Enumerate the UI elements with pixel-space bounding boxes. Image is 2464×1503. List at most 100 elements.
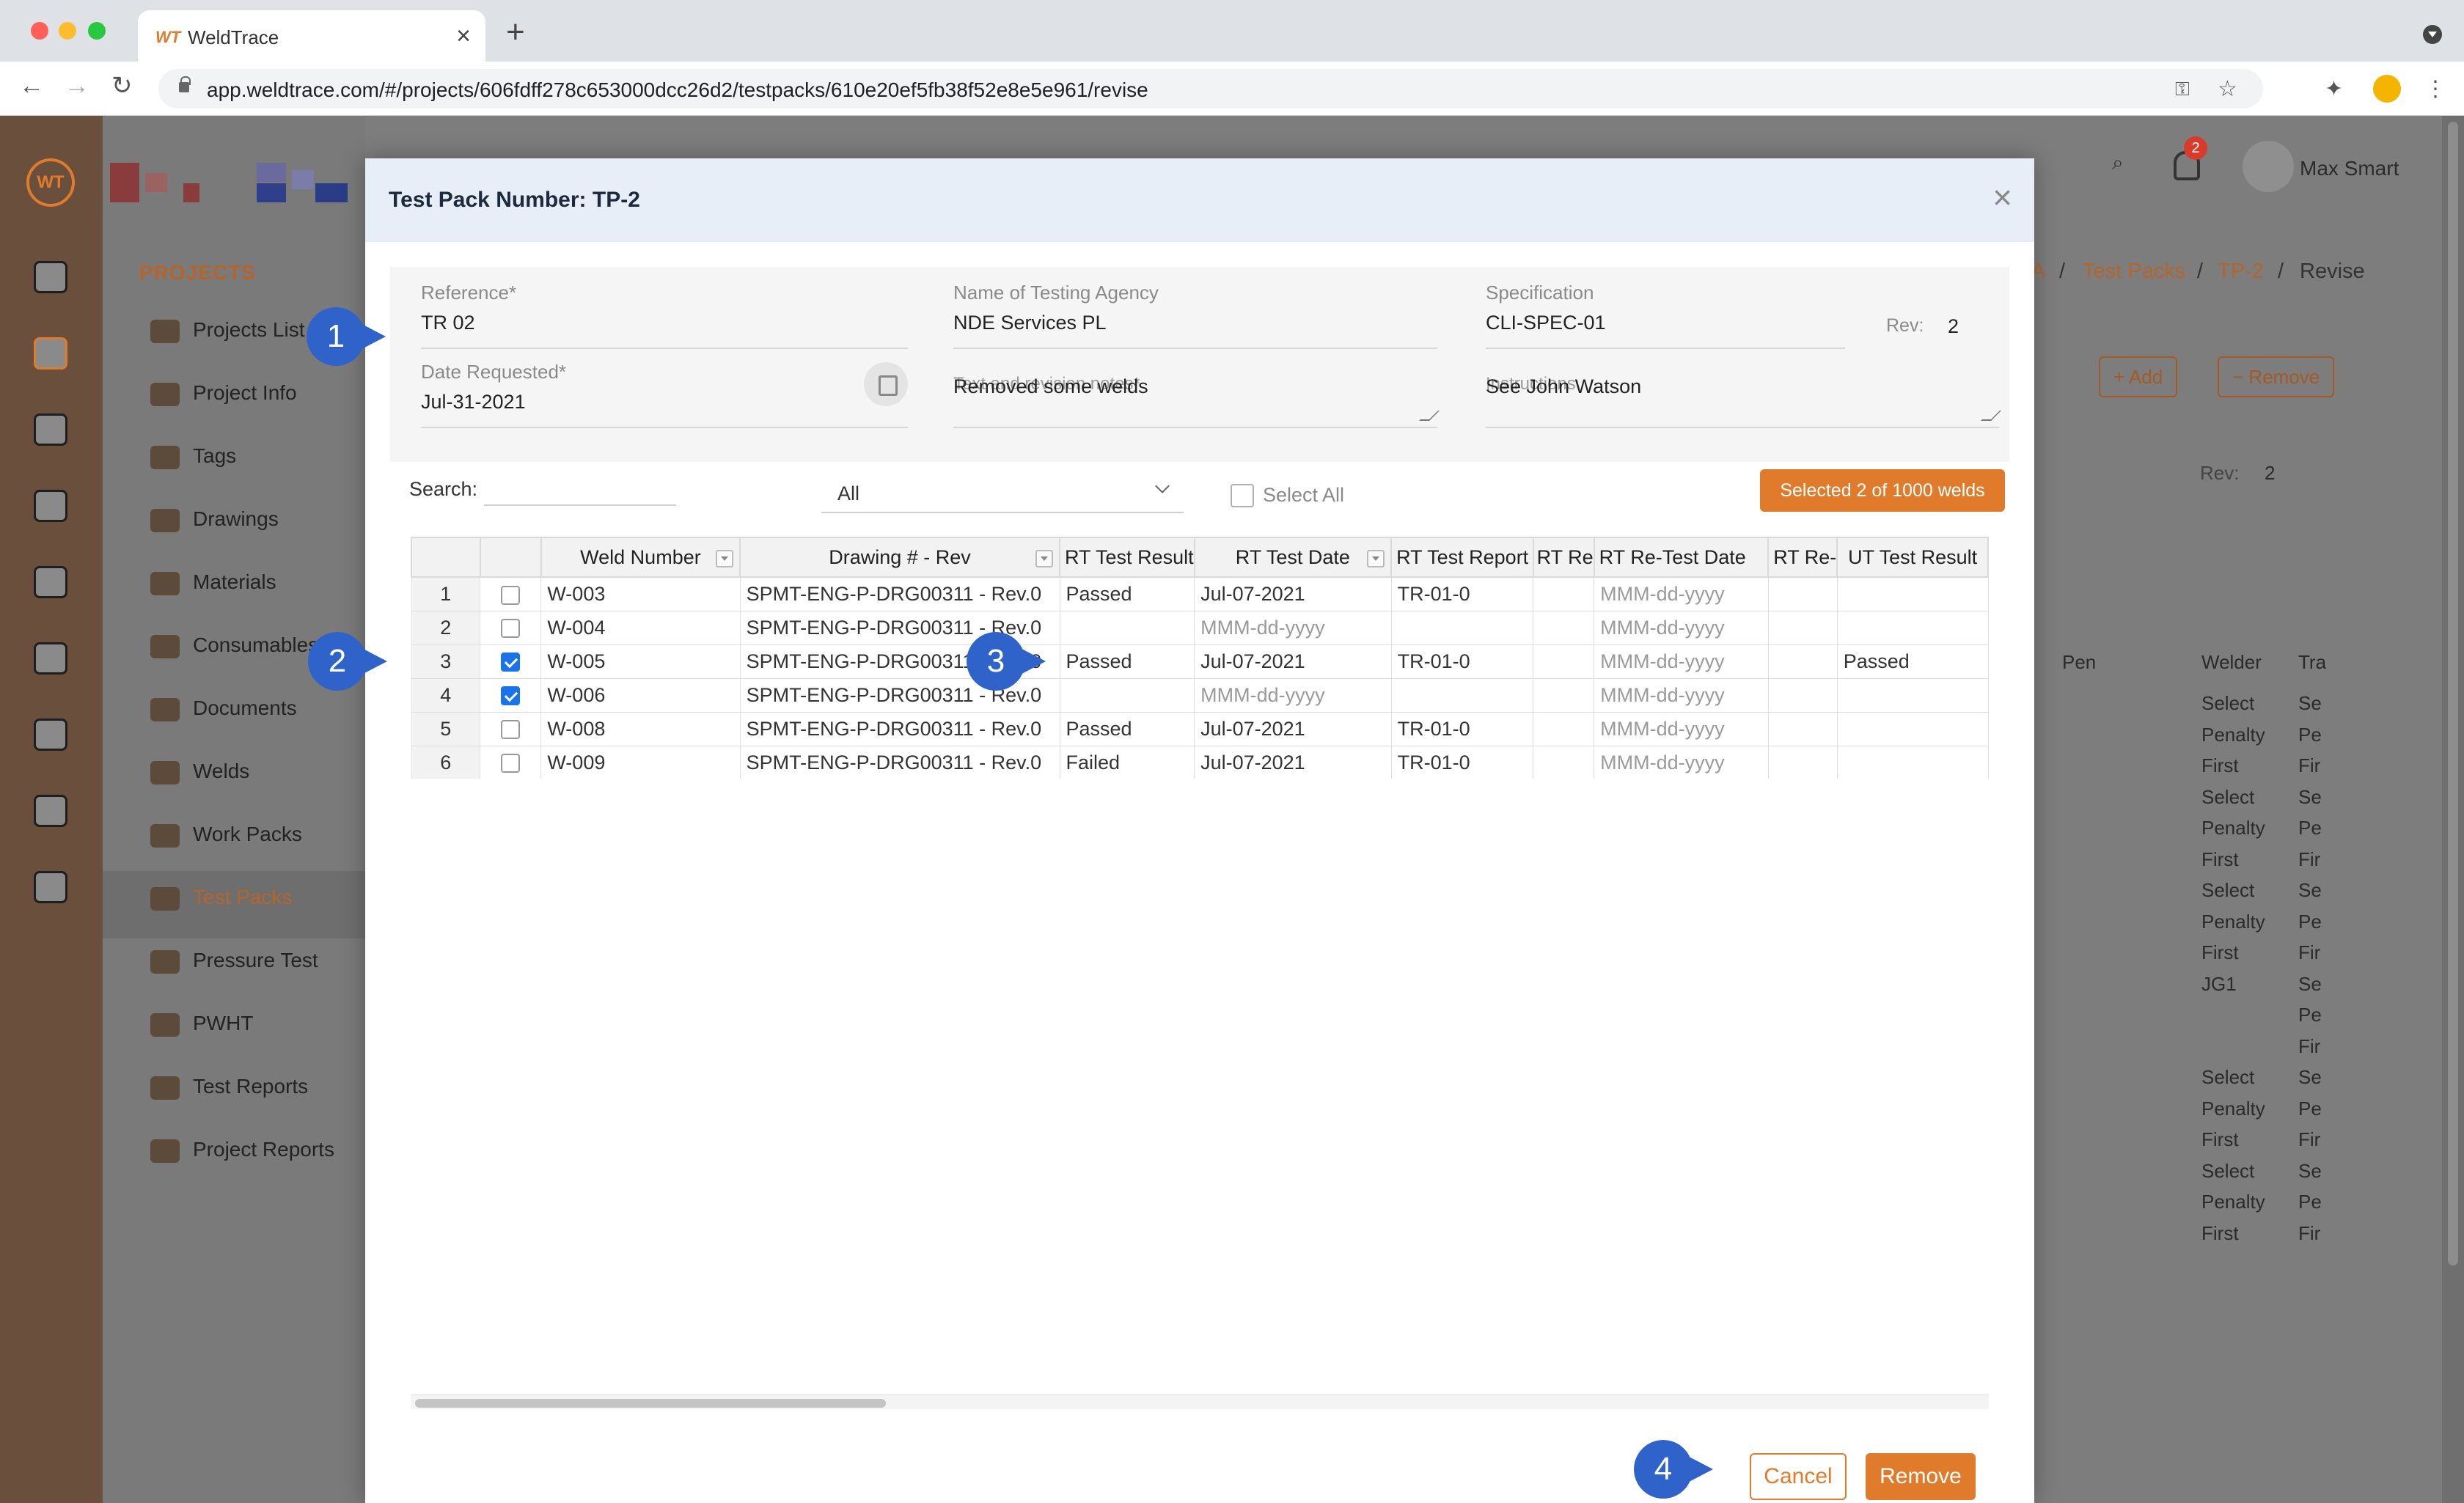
rt-report-cell[interactable]: TR-01-0	[1390, 576, 1534, 611]
rt-re2-cell[interactable]	[1767, 576, 1838, 611]
key-icon[interactable]: ⚿	[2175, 78, 2190, 101]
table-row[interactable]: 4 W-006 SPMT-ENG-P-DRG00311 - Rev.0 MMM-dd-…	[411, 677, 1989, 713]
sidebar-item-consumables[interactable]: Consumables	[150, 633, 318, 663]
header-rt-re-2[interactable]: RT Re-	[1767, 537, 1838, 578]
sidebar-item-test-reports[interactable]: Test Reports	[150, 1075, 308, 1104]
rt-re2-cell[interactable]	[1767, 745, 1838, 779]
header-ut-test-result[interactable]: UT Test Result	[1836, 537, 1989, 578]
table-row[interactable]: 6 W-009 SPMT-ENG-P-DRG00311 - Rev.0 Failed J…	[411, 745, 1989, 779]
header-drawing-rev[interactable]: Drawing # - Rev	[739, 537, 1061, 578]
page-scrollbar-thumb[interactable]	[2448, 122, 2458, 1265]
weld-number-cell[interactable]: W-009	[540, 745, 741, 779]
user-name[interactable]: Max Smart	[2300, 157, 2399, 180]
notes-textarea[interactable]: Removed some welds	[953, 375, 1148, 398]
weld-number-cell[interactable]: W-003	[540, 576, 741, 611]
report-clock-icon[interactable]	[34, 795, 67, 827]
rt-report-cell[interactable]: TR-01-0	[1390, 711, 1534, 746]
rt-re-cell[interactable]	[1533, 745, 1595, 779]
resize-handle-icon[interactable]	[1981, 411, 2001, 421]
sidebar-item-projects-list[interactable]: Projects List	[150, 318, 305, 348]
user-avatar[interactable]	[2243, 141, 2294, 192]
column-filter-icon[interactable]	[1367, 550, 1385, 567]
rt-result-cell[interactable]: Passed	[1059, 576, 1195, 611]
instructions-textarea[interactable]: See John Watson	[1486, 375, 1641, 398]
rt-retest-date-cell[interactable]: MMM-dd-yyyy	[1594, 745, 1769, 779]
row-checkbox[interactable]	[501, 686, 521, 706]
rt-re2-cell[interactable]	[1767, 610, 1838, 645]
rt-re2-cell[interactable]	[1767, 711, 1838, 746]
ut-result-cell[interactable]	[1836, 610, 1989, 645]
window-zoom-button[interactable]	[88, 22, 106, 40]
ut-result-cell[interactable]	[1836, 576, 1989, 611]
sidebar-item-pwht[interactable]: PWHT	[150, 1012, 253, 1041]
rt-report-cell[interactable]: TR-01-0	[1390, 644, 1534, 679]
cancel-button[interactable]: Cancel	[1750, 1453, 1847, 1500]
background-remove-button[interactable]: − Remove	[2218, 356, 2335, 397]
rt-date-cell[interactable]: MMM-dd-yyyy	[1194, 677, 1392, 713]
ut-result-cell[interactable]	[1836, 745, 1989, 779]
row-checkbox[interactable]	[501, 754, 521, 773]
header-rt-test-report[interactable]: RT Test Report	[1390, 537, 1534, 578]
browser-tab[interactable]: WT WeldTrace ×	[138, 10, 485, 62]
grid-scrollbar-thumb[interactable]	[415, 1399, 886, 1408]
rt-retest-date-cell[interactable]: MMM-dd-yyyy	[1594, 576, 1769, 611]
rt-result-cell[interactable]: Failed	[1059, 745, 1195, 779]
sidebar-item-tags[interactable]: Tags	[150, 444, 236, 474]
window-minimize-button[interactable]	[59, 22, 76, 40]
breadcrumb-tp2[interactable]: TP-2	[2218, 260, 2264, 284]
rt-report-cell[interactable]	[1390, 610, 1534, 645]
rt-report-cell[interactable]: TR-01-0	[1390, 745, 1534, 779]
profile-avatar-icon[interactable]	[2373, 75, 2401, 103]
header-rt-test-result[interactable]: RT Test Result	[1059, 537, 1195, 578]
resize-handle-icon[interactable]	[1419, 411, 1440, 421]
rt-re-cell[interactable]	[1533, 711, 1595, 746]
select-all-label[interactable]: Select All	[1263, 484, 1344, 507]
sidebar-item-pressure-test[interactable]: Pressure Test	[150, 949, 318, 978]
rt-re2-cell[interactable]	[1767, 677, 1838, 713]
rt-result-cell[interactable]	[1059, 677, 1195, 713]
presentation-icon[interactable]	[34, 642, 67, 675]
ut-result-cell[interactable]	[1836, 677, 1989, 713]
column-filter-icon[interactable]	[1035, 550, 1054, 567]
org-chart-icon[interactable]	[34, 566, 67, 598]
rt-result-cell[interactable]: Passed	[1059, 711, 1195, 746]
row-checkbox[interactable]	[501, 653, 521, 672]
forward-arrow-icon[interactable]: →	[65, 73, 89, 98]
weld-number-cell[interactable]: W-005	[540, 644, 741, 679]
rt-retest-date-cell[interactable]: MMM-dd-yyyy	[1594, 644, 1769, 679]
welder-icon[interactable]	[34, 490, 67, 522]
rt-report-cell[interactable]	[1390, 677, 1534, 713]
rt-date-cell[interactable]: MMM-dd-yyyy	[1194, 610, 1392, 645]
date-requested-field[interactable]: Date Requested* Jul-31-2021	[421, 361, 908, 414]
close-tab-icon[interactable]: ×	[456, 22, 471, 51]
bookmark-star-icon[interactable]: ☆	[2218, 76, 2237, 102]
sidebar-item-project-reports[interactable]: Project Reports	[150, 1138, 334, 1167]
ut-result-cell[interactable]	[1836, 711, 1989, 746]
rt-retest-date-cell[interactable]: MMM-dd-yyyy	[1594, 677, 1769, 713]
row-checkbox[interactable]	[501, 619, 521, 639]
sidebar-item-project-info[interactable]: Project Info	[150, 381, 297, 411]
new-tab-button[interactable]: +	[506, 16, 525, 48]
header-rt-retest-date[interactable]: RT Re-Test Date	[1593, 537, 1770, 578]
rt-re2-cell[interactable]	[1767, 644, 1838, 679]
header-rt-test-date[interactable]: RT Test Date	[1193, 537, 1393, 578]
rt-re-cell[interactable]	[1533, 610, 1595, 645]
table-row[interactable]: 3 W-005 SPMT-ENG-P-DRG00311 - Rev.0 Passed J…	[411, 644, 1989, 679]
rt-retest-date-cell[interactable]: MMM-dd-yyyy	[1594, 711, 1769, 746]
reload-icon[interactable]: ↻	[111, 73, 133, 98]
weld-number-cell[interactable]: W-006	[540, 677, 741, 713]
row-checkbox[interactable]	[501, 585, 521, 605]
rt-date-cell[interactable]: Jul-07-2021	[1194, 711, 1392, 746]
calendar-icon[interactable]	[864, 362, 908, 406]
remove-button[interactable]: Remove	[1866, 1453, 1976, 1500]
rt-date-cell[interactable]: Jul-07-2021	[1194, 745, 1392, 779]
sidebar-item-materials[interactable]: Materials	[150, 570, 276, 600]
sidebar-item-welds[interactable]: Welds	[150, 760, 249, 789]
certificate-icon[interactable]	[34, 871, 67, 903]
breadcrumb-test-packs[interactable]: Test Packs	[2083, 260, 2185, 284]
reference-field[interactable]: Reference* TR 02	[421, 282, 908, 334]
result-filter-select[interactable]: All	[821, 472, 1184, 513]
rt-re-cell[interactable]	[1533, 677, 1595, 713]
rt-date-cell[interactable]: Jul-07-2021	[1194, 576, 1392, 611]
sidebar-item-test-packs[interactable]: Test Packs	[150, 886, 292, 915]
